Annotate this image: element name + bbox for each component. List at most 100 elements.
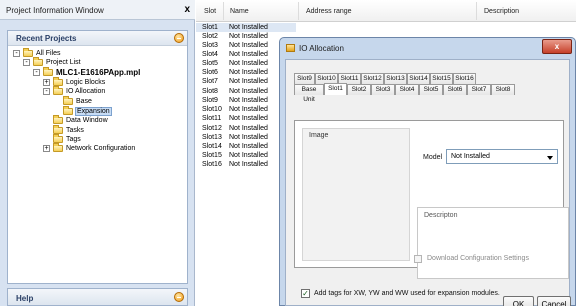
name-cell: Not Installed <box>229 134 268 141</box>
dialog-title-bar[interactable]: IO Allocation x <box>280 38 575 59</box>
name-cell: Not Installed <box>229 115 268 122</box>
column-header-address-range[interactable]: Address range <box>306 8 352 15</box>
name-cell: Not Installed <box>229 60 268 67</box>
name-cell: Not Installed <box>229 51 268 58</box>
table-row[interactable]: Slot1 Not Installed <box>196 23 296 32</box>
help-label: Help <box>16 294 34 303</box>
recent-projects-label: Recent Projects <box>16 34 77 43</box>
slot-cell: Slot15 <box>202 152 222 159</box>
folder-icon <box>53 125 63 134</box>
slot-cell: Slot6 <box>202 69 218 76</box>
collapse-toggle-icon[interactable]: - <box>23 59 30 66</box>
tree-label: All Files <box>36 50 61 57</box>
model-label: Model <box>423 154 443 161</box>
tab-slot6[interactable]: Slot6 <box>443 84 467 95</box>
tab-slot14[interactable]: Slot14 <box>407 73 430 84</box>
io-allocation-dialog: IO Allocation x Slot9 Slot10 Slot11 Slot… <box>279 37 576 306</box>
folder-icon <box>53 143 63 152</box>
column-divider[interactable] <box>223 2 224 20</box>
recent-projects-header[interactable]: Recent Projects <box>8 31 187 46</box>
tab-slot4[interactable]: Slot4 <box>395 84 419 95</box>
io-allocation-icon <box>286 44 295 52</box>
column-divider[interactable] <box>298 2 299 20</box>
tab-slot8[interactable]: Slot8 <box>491 84 515 95</box>
image-group: Image <box>302 128 410 261</box>
slot-cell: Slot10 <box>202 106 222 113</box>
slot-cell: Slot7 <box>202 78 218 85</box>
panel-title: Project Information Window <box>6 6 104 15</box>
slot-cell: Slot2 <box>202 33 218 40</box>
tab-slot15[interactable]: Slot15 <box>430 73 453 84</box>
folder-icon <box>53 134 63 143</box>
tree-label: Tags <box>66 136 81 143</box>
column-header-name[interactable]: Name <box>230 8 249 15</box>
expand-toggle-icon[interactable]: + <box>43 79 50 86</box>
description-box: Descripton <box>417 207 569 279</box>
tab-slot1[interactable]: Slot1 <box>324 83 347 95</box>
tab-slot16[interactable]: Slot16 <box>453 73 476 84</box>
name-cell: Not Installed <box>229 33 268 40</box>
dropdown-arrow-icon <box>547 156 553 160</box>
collapse-toggle-icon[interactable]: - <box>13 50 20 57</box>
recent-projects-pane: Recent Projects - All Files - Project Li… <box>7 30 188 284</box>
model-dropdown-value: Not Installed <box>451 153 490 160</box>
tab-slot9[interactable]: Slot9 <box>294 73 315 84</box>
tree-label: Network Configuration <box>66 145 136 152</box>
tab-slot5[interactable]: Slot5 <box>419 84 443 95</box>
dialog-close-button[interactable]: x <box>542 39 572 54</box>
name-cell: Not Installed <box>229 24 268 31</box>
folder-icon <box>63 96 73 105</box>
name-cell: Not Installed <box>229 106 268 113</box>
tree-label: Logic Blocks <box>66 79 106 86</box>
collapse-recent-projects-icon[interactable] <box>174 33 184 43</box>
tab-slot13[interactable]: Slot13 <box>384 73 407 84</box>
download-configuration-checkbox[interactable] <box>414 255 422 263</box>
description-label: Descripton <box>424 212 458 219</box>
project-information-panel: Project Information Window x Recent Proj… <box>0 0 195 306</box>
table-header: Slot Name Address range Description <box>196 0 576 22</box>
cancel-button[interactable]: Cancel <box>537 296 571 306</box>
panel-close-button[interactable]: x <box>184 4 190 15</box>
column-divider[interactable] <box>476 2 477 20</box>
slot-cell: Slot14 <box>202 143 222 150</box>
slot-cell: Slot11 <box>202 115 222 122</box>
add-tags-checkbox[interactable]: ✓ <box>301 289 310 298</box>
column-header-description[interactable]: Description <box>484 8 519 15</box>
name-cell: Not Installed <box>229 42 268 49</box>
model-dropdown[interactable]: Not Installed <box>446 149 558 164</box>
collapse-toggle-icon[interactable]: - <box>43 88 50 95</box>
slot-cell: Slot8 <box>202 88 218 95</box>
tree-label: Data Window <box>66 117 108 124</box>
help-pane-header[interactable]: Help <box>7 288 188 306</box>
expand-help-icon[interactable] <box>174 292 184 302</box>
tree-label: Base <box>76 98 92 105</box>
tab-slot2[interactable]: Slot2 <box>347 84 371 95</box>
slot-cell: Slot9 <box>202 97 218 104</box>
tab-slot12[interactable]: Slot12 <box>361 73 384 84</box>
tab-base-unit[interactable]: Base Unit <box>294 84 324 103</box>
ok-button[interactable]: OK <box>503 296 534 306</box>
tab-slot7[interactable]: Slot7 <box>467 84 491 95</box>
folder-icon <box>43 67 53 76</box>
slot-cell: Slot4 <box>202 51 218 58</box>
slot-cell: Slot12 <box>202 125 222 132</box>
name-cell: Not Installed <box>229 125 268 132</box>
add-tags-label: Add tags for XW, YW and WW used for expa… <box>314 290 500 297</box>
name-cell: Not Installed <box>229 161 268 168</box>
image-label: Image <box>309 132 329 139</box>
name-cell: Not Installed <box>229 143 268 150</box>
expand-toggle-icon[interactable]: + <box>43 145 50 152</box>
slot-cell: Slot5 <box>202 60 218 67</box>
slot-cell: Slot3 <box>202 42 218 49</box>
collapse-toggle-icon[interactable]: - <box>33 69 40 76</box>
tree-label: Expansion <box>75 107 112 116</box>
tree-label: MLC1-E1616PApp.mpl <box>56 68 141 77</box>
folder-icon <box>53 86 63 95</box>
dialog-title: IO Allocation <box>299 44 344 53</box>
slot-cell: Slot1 <box>202 24 218 31</box>
panel-header: Project Information Window x <box>0 0 195 20</box>
column-header-slot[interactable]: Slot <box>204 8 216 15</box>
name-cell: Not Installed <box>229 69 268 76</box>
name-cell: Not Installed <box>229 78 268 85</box>
tab-slot3[interactable]: Slot3 <box>371 84 395 95</box>
